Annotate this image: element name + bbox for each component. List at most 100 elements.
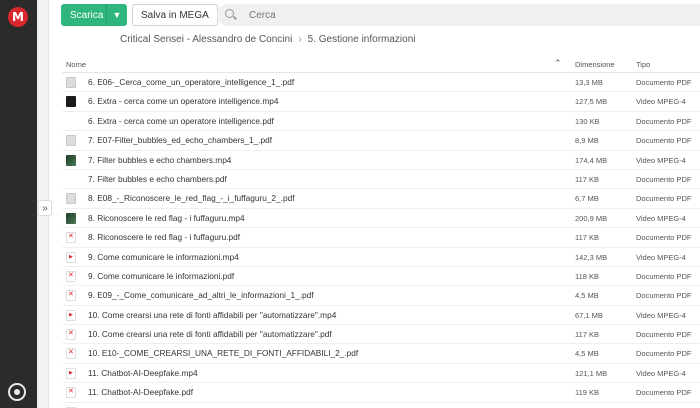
download-label: Scarica (70, 9, 104, 21)
file-type: Documento PDF (636, 194, 692, 204)
table-row[interactable]: 11. E11_-_CHATBOTAIDEEPFAKE_2_.pdf8,9 MB… (62, 403, 700, 408)
file-type: Video MPEG-4 (636, 97, 686, 107)
file-name: 7. Filter bubbles e echo chambers.mp4 (88, 154, 232, 165)
file-size: 117 KB (575, 233, 600, 243)
table-row[interactable]: 10. E10-_COME_CREARSI_UNA_RETE_DI_FONTI_… (62, 344, 700, 364)
theme-toggle-icon[interactable] (8, 383, 26, 401)
table-row[interactable]: 6. Extra - cerca come un operatore intel… (62, 112, 700, 132)
file-type-icon (66, 135, 76, 147)
file-size: 4,5 MB (575, 349, 599, 359)
file-size: 67,1 MB (575, 310, 603, 320)
left-rail: M (0, 0, 37, 408)
column-type[interactable]: Tipo (636, 60, 650, 69)
file-type-icon (66, 309, 76, 321)
file-type-icon (66, 116, 76, 127)
save-to-mega-button[interactable]: Salva in MEGA (132, 4, 218, 26)
table-row[interactable]: 7. Filter bubbles e echo chambers.mp4 174… (62, 151, 700, 170)
table-row[interactable]: 11. Chatbot-AI-Deepfake.mp4 121,1 MB Video… (62, 364, 700, 384)
table-row[interactable]: 10. Come crearsi una rete di fonti affid… (62, 306, 700, 326)
column-name[interactable]: Nome (66, 60, 86, 69)
file-size: 117 KB (575, 330, 600, 340)
file-type-icon (66, 387, 76, 399)
table-row[interactable]: 11. Chatbot-AI-Deepfake.pdf 119 KB Documen… (62, 383, 700, 403)
file-type: Documento PDF (636, 78, 692, 87)
file-name: 8. Riconoscere le red flag - i fuffaguru… (88, 212, 245, 223)
table-row[interactable]: 9. E09_-_Come_comunicare_ad_altri_le_inf… (62, 286, 700, 306)
file-type-icon (66, 96, 76, 108)
file-size: 121,1 MB (575, 368, 608, 378)
file-type: Documento PDF (636, 136, 692, 146)
file-type: Documento PDF (636, 233, 692, 243)
file-type: Video MPEG-4 (636, 368, 686, 378)
column-size[interactable]: Dimensione (575, 60, 615, 69)
file-size: 130 KB (575, 116, 600, 126)
mega-logo-icon[interactable]: M (8, 7, 28, 27)
file-type: Documento PDF (636, 271, 692, 281)
file-type-icon (66, 212, 76, 224)
file-name: 10. Come crearsi una rete di fonti affid… (88, 329, 332, 340)
file-size: 4,5 MB (575, 291, 599, 301)
table-row[interactable]: 9. Come comunicare le informazioni.mp4 14… (62, 248, 700, 267)
table-row[interactable]: 7. Filter bubbles e echo chambers.pdf 117… (62, 170, 700, 190)
file-type-icon (66, 367, 76, 379)
file-size: 174,4 MB (575, 155, 608, 165)
table-header: Nome ⌃ Dimensione Tipo (62, 56, 700, 73)
file-type: Video MPEG-4 (636, 252, 686, 262)
file-size: 200,9 MB (575, 213, 608, 223)
file-type-icon (66, 251, 76, 263)
table-row[interactable]: 9. Come comunicare le informazioni.pdf 11… (62, 267, 700, 287)
file-type-icon (66, 174, 76, 185)
file-size: 127,5 MB (575, 97, 608, 107)
search-input[interactable] (247, 8, 651, 22)
file-type: Video MPEG-4 (636, 310, 686, 320)
file-type-icon (66, 154, 76, 166)
file-type-icon (66, 232, 76, 244)
file-type: Video MPEG-4 (636, 213, 686, 223)
expand-sidebar-button[interactable]: » (38, 200, 52, 216)
file-name: 11. Chatbot-AI-Deepfake.mp4 (88, 367, 198, 378)
table-row[interactable]: 8. E08_-_Riconoscere_le_red_flag_-_i_fuf… (62, 189, 700, 209)
file-name: 9. Come comunicare le informazioni.mp4 (88, 251, 239, 262)
file-size: 118 KB (575, 271, 600, 281)
table-row[interactable]: 8. Riconoscere le red flag - i fuffaguru… (62, 209, 700, 229)
table-row[interactable]: 6. E06-_Cerca_come_un_operatore_intellig… (62, 73, 700, 93)
table-row[interactable]: 6. Extra - cerca come un operatore intel… (62, 92, 700, 112)
table-row[interactable]: 10. Come crearsi una rete di fonti affid… (62, 325, 700, 345)
file-name: 6. E06-_Cerca_come_un_operatore_intellig… (88, 77, 295, 87)
download-button[interactable]: Scarica ▼ (61, 4, 127, 26)
file-type-icon (66, 348, 76, 360)
file-type-icon (66, 270, 76, 282)
file-name: 8. Riconoscere le red flag - i fuffaguru… (88, 232, 241, 243)
file-type: Video MPEG-4 (636, 155, 686, 165)
file-size: 6,7 MB (575, 194, 599, 204)
file-name: 9. E09_-_Come_comunicare_ad_altri_le_inf… (88, 290, 314, 301)
search-bar[interactable] (217, 4, 700, 26)
file-type: Documento PDF (636, 291, 692, 301)
chevron-down-icon[interactable]: ▼ (106, 4, 127, 26)
file-name: 10. Come crearsi una rete di fonti affid… (88, 309, 337, 320)
table-row[interactable]: 8. Riconoscere le red flag - i fuffaguru… (62, 228, 700, 248)
file-name: 11. Chatbot-AI-Deepfake.pdf (88, 387, 194, 398)
file-type: Documento PDF (636, 116, 692, 126)
file-name: 8. E08_-_Riconoscere_le_red_flag_-_i_fuf… (88, 193, 295, 204)
file-type-icon (66, 193, 76, 205)
breadcrumb-current: 5. Gestione informazioni (307, 34, 416, 45)
file-name: 9. Come comunicare le informazioni.pdf (88, 270, 235, 281)
file-type-icon (66, 329, 76, 341)
search-icon (225, 9, 237, 21)
file-size: 119 KB (575, 388, 600, 398)
chevron-right-icon: › (298, 34, 302, 45)
sort-ascending-icon[interactable]: ⌃ (554, 58, 562, 69)
breadcrumb-folder[interactable]: Critical Sensei - Alessandro de Concini (120, 34, 292, 45)
file-type: Documento PDF (636, 174, 692, 184)
file-name: 6. Extra - cerca come un operatore intel… (88, 115, 274, 126)
file-name: 7. Filter bubbles e echo chambers.pdf (88, 173, 227, 184)
file-name: 10. E10-_COME_CREARSI_UNA_RETE_DI_FONTI_… (88, 348, 359, 359)
table-row[interactable]: 7. E07-Filter_bubbles_ed_echo_chambers_1… (62, 131, 700, 151)
file-type: Documento PDF (636, 388, 692, 398)
file-type: Documento PDF (636, 349, 692, 359)
file-size: 117 KB (575, 174, 600, 184)
file-type-icon (66, 77, 76, 88)
file-type: Documento PDF (636, 330, 692, 340)
file-size: 142,3 MB (575, 252, 608, 262)
